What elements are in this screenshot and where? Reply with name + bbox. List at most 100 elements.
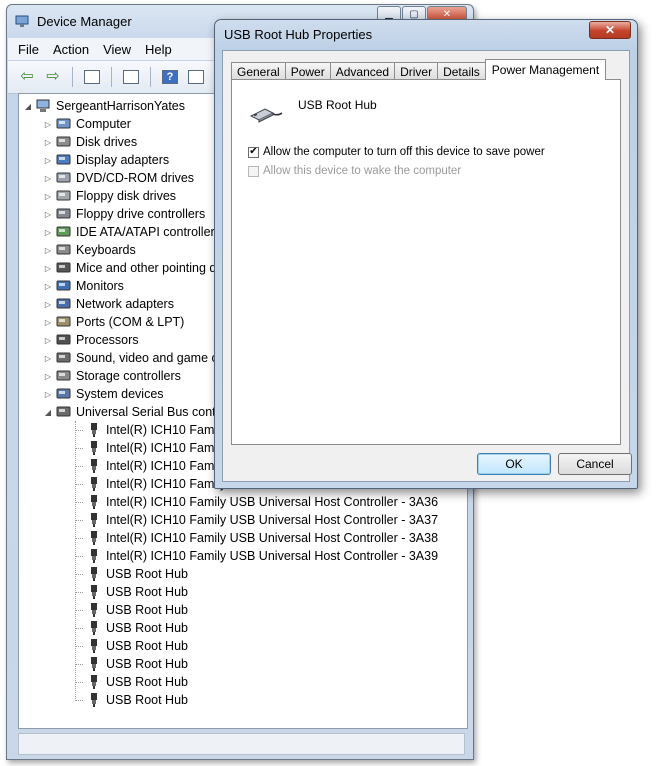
tree-category[interactable]: ▷ System devices: [43, 385, 164, 403]
mouse-icon: [56, 261, 72, 275]
tree-usb-device[interactable]: USB Root Hub: [86, 637, 188, 655]
show-hide-console-tree-button[interactable]: [81, 66, 103, 88]
tree-category[interactable]: ▷ Processors: [43, 331, 139, 349]
menu-file[interactable]: File: [18, 42, 39, 57]
tree-item-label: USB Root Hub: [106, 693, 188, 707]
tree-category[interactable]: ▷ Storage controllers: [43, 367, 181, 385]
expand-arrow-icon[interactable]: ▷: [43, 336, 53, 345]
tree-item-label: USB Root Hub: [106, 657, 188, 671]
tab-driver[interactable]: Driver: [394, 62, 439, 80]
tree-item-label: Intel(R) ICH10 Family USB Universal Host…: [106, 513, 439, 527]
tree-category[interactable]: ▷ DVD/CD-ROM drives: [43, 169, 194, 187]
expand-arrow-icon[interactable]: ▷: [43, 354, 53, 363]
expand-arrow-icon[interactable]: ▷: [43, 138, 53, 147]
close-icon: ✕: [604, 23, 616, 37]
expand-arrow-icon[interactable]: ▷: [43, 282, 53, 291]
expand-arrow-icon[interactable]: ▷: [43, 192, 53, 201]
tree-usb-device[interactable]: USB Root Hub: [86, 601, 188, 619]
tree-guide-line: [75, 520, 83, 521]
tab-power[interactable]: Power: [284, 62, 331, 80]
computer-icon: [36, 99, 52, 113]
tree-category[interactable]: ▷ Keyboards: [43, 241, 136, 259]
tab-details[interactable]: Details: [437, 62, 486, 80]
tree-item-label: IDE ATA/ATAPI controllers: [76, 225, 221, 239]
tree-item-label: Floppy drive controllers: [76, 207, 206, 221]
tree-usb-device[interactable]: USB Root Hub: [86, 583, 188, 601]
tree-guide-line: [75, 646, 83, 647]
properties-button[interactable]: [120, 66, 142, 88]
ok-button[interactable]: OK: [477, 453, 551, 475]
tree-item-label: Intel(R) ICH10 Family USB Universal Host…: [106, 495, 439, 509]
expand-arrow-icon[interactable]: ▷: [43, 210, 53, 219]
tree-category[interactable]: ▷ Network adapters: [43, 295, 174, 313]
ide-controller-icon: [56, 225, 72, 239]
expand-arrow-icon[interactable]: ▷: [43, 264, 53, 273]
menu-view[interactable]: View: [103, 42, 131, 57]
tree-guide-line: [75, 556, 83, 557]
tree-category[interactable]: ▷ Disk drives: [43, 133, 137, 151]
window-title: Device Manager: [37, 13, 132, 29]
tree-usb-device[interactable]: Intel(R) ICH10 Family USB Universal Host…: [86, 493, 438, 511]
port-icon: [56, 315, 72, 329]
tree-category[interactable]: ▷ Display adapters: [43, 151, 169, 169]
tree-usb-device[interactable]: USB Root Hub: [86, 691, 188, 709]
network-adapter-icon: [56, 297, 72, 311]
tree-guide-line: [75, 421, 76, 701]
tree-category[interactable]: ▷ Floppy disk drives: [43, 187, 176, 205]
tree-category[interactable]: ▷ Computer: [43, 115, 131, 133]
floppy-controller-icon: [56, 207, 72, 221]
tree-category[interactable]: ▷ IDE ATA/ATAPI controllers: [43, 223, 221, 241]
expand-arrow-icon[interactable]: ▷: [43, 318, 53, 327]
system-device-icon: [56, 387, 72, 401]
tree-category[interactable]: ▷ Floppy drive controllers: [43, 205, 205, 223]
usb-plug-icon: [86, 477, 102, 491]
usb-plug-icon: [86, 549, 102, 563]
tree-usb-device[interactable]: USB Root Hub: [86, 565, 188, 583]
tree-usb-device[interactable]: USB Root Hub: [86, 655, 188, 673]
tree-usb-device[interactable]: USB Root Hub: [86, 619, 188, 637]
expand-arrow-icon[interactable]: ▷: [43, 300, 53, 309]
collapse-arrow-icon[interactable]: ◢: [43, 408, 53, 417]
cancel-button[interactable]: Cancel: [558, 453, 632, 475]
tree-item-label: USB Root Hub: [106, 675, 188, 689]
speaker-icon: [56, 351, 72, 365]
tree-item-label: Disk drives: [76, 135, 138, 149]
dialog-close-button[interactable]: ✕: [589, 21, 631, 39]
tab-power-management[interactable]: Power Management: [484, 59, 607, 80]
tree-item-label: Ports (COM & LPT): [76, 315, 185, 329]
expand-arrow-icon[interactable]: ▷: [43, 120, 53, 129]
menu-help[interactable]: Help: [145, 42, 172, 57]
tree-usb-device[interactable]: Intel(R) ICH10 Family USB Universal Host…: [86, 511, 438, 529]
tree-category[interactable]: ▷ Ports (COM & LPT): [43, 313, 184, 331]
help-button[interactable]: ?: [159, 66, 181, 88]
tree-usb-device[interactable]: Intel(R) ICH10 Family USB Universal Host…: [86, 547, 438, 565]
view-button[interactable]: [185, 66, 207, 88]
tree-item-label: DVD/CD-ROM drives: [76, 171, 195, 185]
expand-arrow-icon[interactable]: ▷: [43, 390, 53, 399]
expand-arrow-icon[interactable]: ▷: [43, 228, 53, 237]
tree-usb-device[interactable]: Intel(R) ICH10 Family USB Universal Host…: [86, 529, 438, 547]
collapse-arrow-icon[interactable]: ◢: [23, 102, 33, 111]
allow-turn-off-option[interactable]: ✔ Allow the computer to turn off this de…: [248, 146, 545, 158]
expand-arrow-icon[interactable]: ▷: [43, 156, 53, 165]
device-manager-icon: [15, 15, 29, 27]
tree-category[interactable]: ▷ Monitors: [43, 277, 124, 295]
tree-guide-line: [75, 682, 83, 683]
usb-plug-icon: [86, 585, 102, 599]
expand-arrow-icon[interactable]: ▷: [43, 174, 53, 183]
back-button[interactable]: ⇦: [16, 66, 38, 88]
tree-root[interactable]: ◢ SergeantHarrisonYates: [23, 97, 185, 115]
allow-turn-off-checkbox[interactable]: ✔: [248, 146, 259, 158]
processor-icon: [56, 333, 72, 347]
tab-general[interactable]: General: [231, 62, 286, 80]
expand-arrow-icon[interactable]: ▷: [43, 372, 53, 381]
tab-advanced[interactable]: Advanced: [329, 62, 396, 80]
expand-arrow-icon[interactable]: ▷: [43, 246, 53, 255]
menu-action[interactable]: Action: [53, 42, 89, 57]
tree-item-label: Monitors: [76, 279, 124, 293]
tree-usb-device[interactable]: USB Root Hub: [86, 673, 188, 691]
usb-plug-icon: [86, 693, 102, 707]
forward-button[interactable]: ⇨: [42, 66, 64, 88]
tree-guide-line: [75, 466, 83, 467]
checkmark-icon: ✔: [249, 146, 258, 157]
